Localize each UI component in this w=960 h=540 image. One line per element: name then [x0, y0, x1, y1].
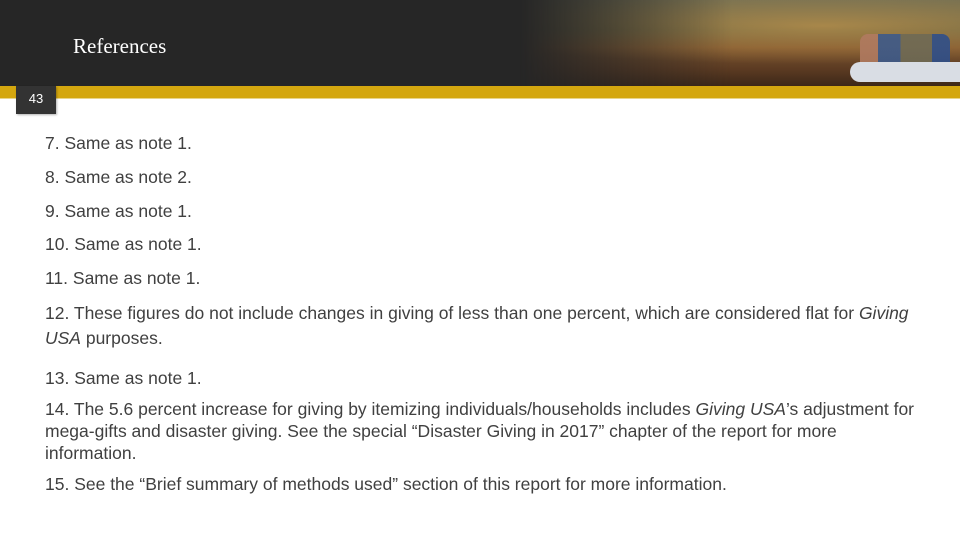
people-in-raft [860, 34, 950, 64]
note-15: 15. See the “Brief summary of methods us… [45, 474, 727, 494]
raft [850, 62, 960, 82]
note-8: 8. Same as note 2. [45, 167, 192, 187]
slide-title: References [73, 34, 167, 58]
note-10: 10. Same as note 1. [45, 234, 202, 254]
gold-accent-bar [0, 86, 960, 99]
note-11: 11. Same as note 1. [45, 268, 201, 288]
note-12: 12. These figures do not include changes… [45, 303, 909, 348]
note-7: 7. Same as note 1. [45, 133, 192, 153]
header-photo-flood-boats [200, 0, 960, 86]
page-number: 43 [16, 86, 56, 114]
note-9: 9. Same as note 1. [45, 201, 192, 221]
publication-title: Giving USA [695, 399, 786, 419]
note-13: 13. Same as note 1. [45, 368, 202, 388]
note-14: 14. The 5.6 percent increase for giving … [45, 399, 915, 463]
slide-header: References [0, 0, 960, 86]
